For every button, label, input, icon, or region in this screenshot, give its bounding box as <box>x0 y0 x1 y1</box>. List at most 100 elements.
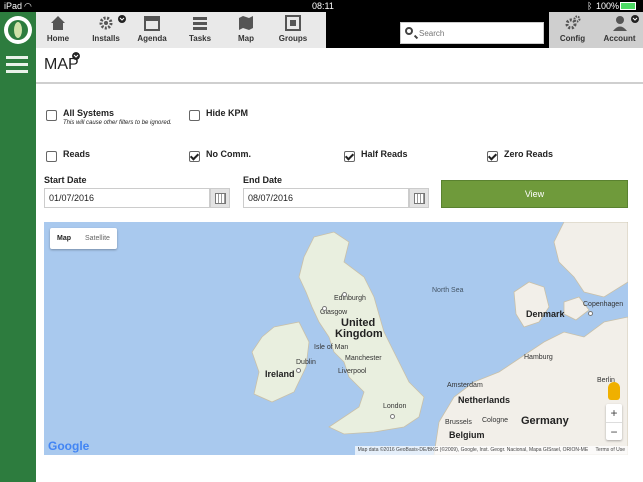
city-marker <box>588 311 593 316</box>
terms-of-use-link[interactable]: Terms of Use <box>596 447 625 453</box>
nav-account-label: Account <box>603 34 636 43</box>
hide-kpm-checkbox[interactable] <box>189 110 200 121</box>
city-marker <box>342 292 347 297</box>
map-label: Liverpool <box>338 368 367 375</box>
all-systems-label: All Systems <box>63 108 115 118</box>
map-label: Manchester <box>345 355 382 362</box>
start-date-field[interactable] <box>44 188 210 208</box>
device-label: iPad <box>4 1 23 11</box>
zoom-out-button[interactable]: − <box>606 422 622 441</box>
search-box[interactable] <box>400 22 544 44</box>
map-type-toggle: Map Satellite <box>50 228 117 249</box>
account-icon <box>612 16 627 31</box>
map-label: Kingdom <box>335 328 383 340</box>
calendar-icon <box>414 193 425 204</box>
config-icon <box>565 15 580 30</box>
nav-map-label: Map <box>238 34 254 43</box>
nav-groups[interactable]: Groups <box>275 12 311 48</box>
city-marker <box>322 306 327 311</box>
map-label: London <box>383 403 407 410</box>
view-button[interactable]: View <box>441 180 628 208</box>
map-label: Cologne <box>482 417 509 424</box>
logo[interactable] <box>0 12 36 48</box>
map-label: Ireland <box>265 369 295 379</box>
search-input[interactable] <box>417 25 541 41</box>
nav-tasks-label: Tasks <box>188 34 212 43</box>
map-attribution: Map data ©2016 GeoBasis-DE/BKG (©2009), … <box>354 446 628 455</box>
reads-checkbox[interactable] <box>46 151 57 162</box>
map-icon <box>239 16 253 30</box>
map-canvas[interactable]: Map Satellite Edinburgh Glasgow United Ki… <box>44 222 628 455</box>
map-label: Germany <box>521 415 569 427</box>
chevron-down-icon[interactable] <box>72 52 80 60</box>
start-date-input[interactable] <box>47 192 201 204</box>
calendar-icon <box>215 193 226 204</box>
no-comm-checkbox[interactable] <box>189 151 200 162</box>
street-view-pegman-icon[interactable] <box>608 382 620 400</box>
nav-installs[interactable]: Installs <box>88 12 126 48</box>
half-reads-checkbox[interactable] <box>344 151 355 162</box>
clock: 08:11 <box>312 1 334 11</box>
all-systems-note: This will cause other filters to be igno… <box>63 120 172 126</box>
map-label: Belgium <box>449 430 485 440</box>
map-label: Edinburgh <box>334 295 366 302</box>
nav-home[interactable]: Home <box>40 12 76 48</box>
zoom-in-button[interactable]: + <box>606 404 622 422</box>
start-date-label: Start Date <box>44 175 87 185</box>
nav-tasks[interactable]: Tasks <box>182 12 218 48</box>
top-nav: Home Installs Agenda Tasks Map Groups Co… <box>0 12 643 48</box>
map-label: Brussels <box>445 419 472 426</box>
wifi-icon: ◠ <box>24 1 32 11</box>
no-comm-label: No Comm. <box>206 149 251 159</box>
battery-percent: 100% <box>596 1 620 11</box>
map-attribution-text: Map data ©2016 GeoBasis-DE/BKG (©2009), … <box>357 447 589 453</box>
battery-icon <box>620 2 636 10</box>
google-logo: Google <box>48 439 90 453</box>
end-date-field[interactable] <box>243 188 409 208</box>
nav-agenda-label: Agenda <box>137 34 167 43</box>
page-header: MAP <box>36 48 643 84</box>
map-label: Netherlands <box>458 395 511 405</box>
nav-groups-label: Groups <box>278 34 308 43</box>
chevron-down-icon <box>118 15 126 23</box>
start-date-calendar-button[interactable] <box>210 188 230 208</box>
hamburger-menu-icon[interactable] <box>6 54 28 76</box>
bluetooth-icon: ᛒ <box>587 1 593 11</box>
calendar-icon <box>144 16 160 31</box>
nav-installs-label: Installs <box>92 34 120 43</box>
all-systems-checkbox[interactable] <box>46 110 57 121</box>
end-date-calendar-button[interactable] <box>409 188 429 208</box>
nav-account[interactable]: Account <box>596 12 643 48</box>
map-type-map[interactable]: Map <box>50 228 78 249</box>
chevron-down-icon <box>631 15 639 23</box>
tasks-icon <box>193 17 207 30</box>
reads-label: Reads <box>63 149 91 159</box>
nav-config-label: Config <box>559 34 586 43</box>
nav-agenda[interactable]: Agenda <box>134 12 170 48</box>
search-icon <box>405 27 413 35</box>
map-label: Amsterdam <box>447 382 483 389</box>
home-icon <box>51 16 65 30</box>
map-label: Copenhagen <box>583 301 624 308</box>
end-date-label: End Date <box>243 175 283 185</box>
end-date-input[interactable] <box>246 192 400 204</box>
nav-map[interactable]: Map <box>228 12 264 48</box>
map-type-satellite[interactable]: Satellite <box>78 228 117 249</box>
groups-icon <box>285 15 301 31</box>
city-marker <box>296 368 301 373</box>
nav-config[interactable]: Config <box>549 12 596 48</box>
zoom-control: + − <box>606 404 622 440</box>
zero-reads-checkbox[interactable] <box>487 151 498 162</box>
map-label: North Sea <box>432 287 464 294</box>
map-label: Dublin <box>296 359 316 366</box>
map-label: Denmark <box>526 309 565 319</box>
sidebar <box>0 48 36 482</box>
nav-home-label: Home <box>46 34 70 43</box>
gear-icon <box>99 16 113 30</box>
status-bar: iPad ◠ 08:11 ᛒ 100% <box>0 0 643 12</box>
map-label: Isle of Man <box>314 344 349 351</box>
city-marker <box>390 414 395 419</box>
zero-reads-label: Zero Reads <box>504 149 554 159</box>
map-label: Hamburg <box>524 354 553 361</box>
half-reads-label: Half Reads <box>361 149 408 159</box>
